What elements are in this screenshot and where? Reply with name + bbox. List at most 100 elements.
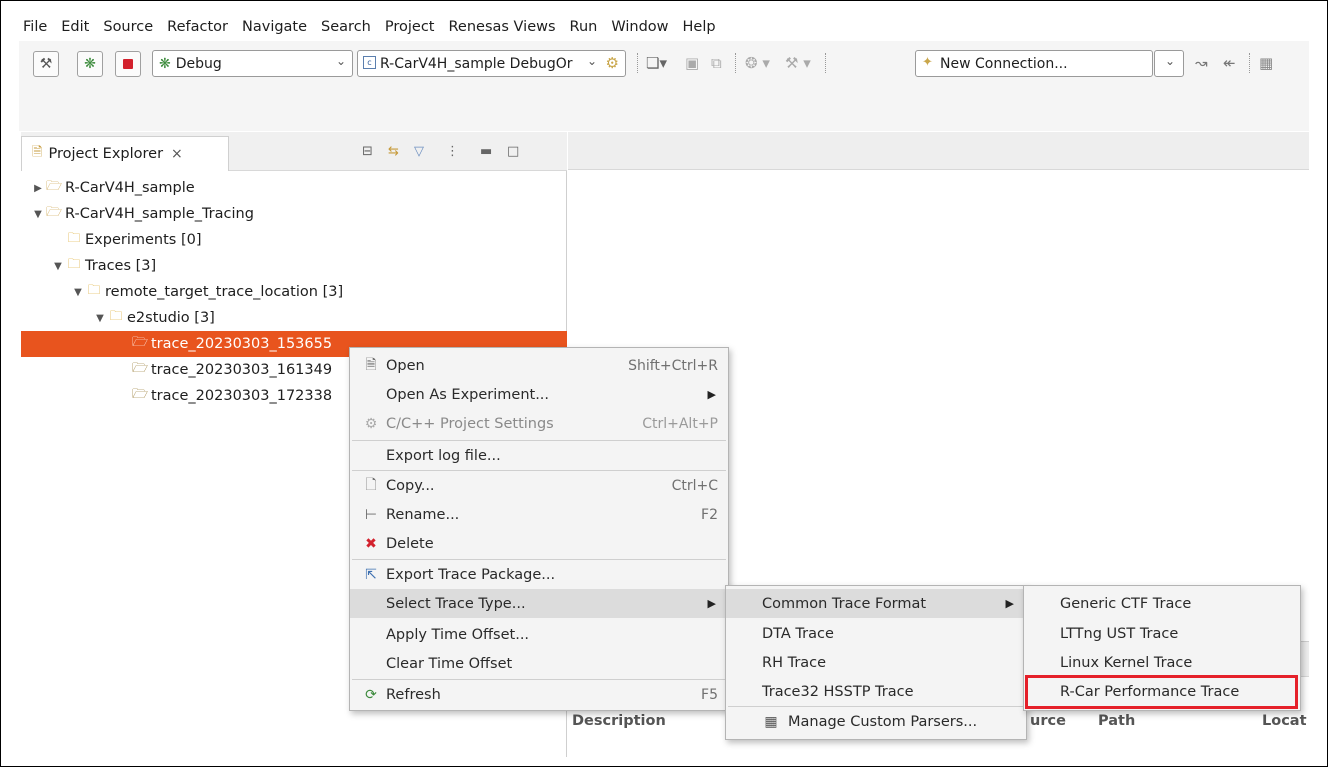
menu-item-export-trace-package[interactable]: ⇱ Export Trace Package...	[350, 560, 728, 589]
column-header-source[interactable]: urce	[1030, 713, 1066, 729]
experiments-folder-icon: 🗀	[67, 231, 81, 246]
menu-edit[interactable]: Edit	[54, 19, 96, 35]
maximize-icon[interactable]: □	[507, 144, 519, 159]
hammer-icon[interactable]: ⚒ ▾	[785, 54, 811, 72]
menu-item-lttng-ust-trace[interactable]: LTTng UST Trace	[1024, 619, 1300, 648]
menu-item-refresh[interactable]: ⟳ Refresh F5	[350, 680, 728, 709]
export-icon: ⇱	[365, 566, 377, 583]
tree-item-label: trace_20230303_172338	[151, 388, 333, 404]
tree-item[interactable]: ▼ 🗀 remote_target_trace_location [3]	[21, 279, 567, 305]
menu-refactor[interactable]: Refactor	[160, 19, 235, 35]
toolbar-separator	[735, 53, 736, 73]
menu-item-export-log[interactable]: Export log file...	[350, 441, 728, 470]
connection-dropdown-button[interactable]: ⌄	[1154, 50, 1184, 77]
launch-config-select[interactable]: c R-CarV4H_sample DebugOr ⌄ ⚙	[357, 50, 626, 77]
close-icon[interactable]: ×	[171, 146, 183, 162]
menu-item-manage-custom-parsers[interactable]: ▦ Manage Custom Parsers...	[726, 707, 1026, 736]
menu-item-generic-ctf-trace[interactable]: Generic CTF Trace	[1024, 589, 1300, 618]
save-all-icon[interactable]: ⧉	[711, 54, 722, 72]
stop-button[interactable]	[115, 51, 141, 77]
menu-run[interactable]: Run	[563, 19, 605, 35]
new-icon[interactable]: ❏▾	[646, 54, 667, 72]
menu-project[interactable]: Project	[378, 19, 442, 35]
tree-item-label: R-CarV4H_sample	[65, 180, 195, 196]
menu-item-linux-kernel-trace[interactable]: Linux Kernel Trace	[1024, 648, 1300, 677]
project-folder-icon: 🗁	[45, 179, 63, 194]
context-menu: 🗎 Open Shift+Ctrl+R Open As Experiment..…	[349, 347, 729, 711]
menu-item-open-as-experiment[interactable]: Open As Experiment... ▶	[350, 380, 728, 409]
launch-mode-value: Debug	[175, 55, 222, 72]
menu-navigate[interactable]: Navigate	[235, 19, 314, 35]
menu-item-clear-time-offset[interactable]: Clear Time Offset	[350, 649, 728, 678]
minimize-icon[interactable]: ▬	[480, 144, 492, 159]
collapse-icon[interactable]: ▼	[93, 313, 107, 324]
highlight-annotation-box	[1025, 675, 1298, 709]
submenu-arrow-icon: ▶	[707, 597, 716, 610]
collapse-all-icon[interactable]: ⊟	[362, 144, 373, 159]
menu-help[interactable]: Help	[676, 19, 723, 35]
tree-item-label: e2studio [3]	[127, 310, 215, 326]
collapse-icon[interactable]: ▼	[31, 209, 45, 220]
settings-icon: ⚙	[364, 415, 378, 432]
build-button[interactable]: ⚒	[33, 51, 59, 77]
tree-item-label: remote_target_trace_location [3]	[105, 284, 344, 300]
tree-item[interactable]: 🗀 Experiments [0]	[21, 227, 567, 253]
save-icon[interactable]: ▣	[685, 54, 699, 72]
traces-folder-icon: 🗀	[109, 309, 123, 324]
link-editor-icon[interactable]: ⇆	[388, 144, 399, 159]
debug-button[interactable]: ❋	[77, 51, 103, 77]
view-menu-icon[interactable]: ⋮	[446, 144, 459, 159]
chevron-down-icon: ⌄	[586, 54, 597, 68]
delete-icon: ✖	[365, 535, 377, 552]
tree-item-label: Traces [3]	[85, 258, 157, 274]
tab-project-explorer[interactable]: 🗎 Project Explorer ×	[21, 136, 229, 171]
menu-item-apply-time-offset[interactable]: Apply Time Offset...	[350, 620, 728, 649]
connection-value: New Connection...	[940, 55, 1068, 72]
collapse-icon[interactable]: ▼	[71, 287, 85, 298]
menu-window[interactable]: Window	[604, 19, 675, 35]
connection-icon: ✦	[922, 55, 933, 70]
tree-item[interactable]: ▼ 🗀 e2studio [3]	[21, 305, 567, 331]
bug-icon: ❋	[159, 55, 171, 72]
chevron-down-icon: ⌄	[335, 54, 346, 68]
submenu-arrow-icon: ▶	[1005, 597, 1014, 610]
tree-item[interactable]: ▶ 🗁 R-CarV4H_sample	[21, 175, 567, 201]
column-header-path[interactable]: Path	[1098, 713, 1135, 729]
traces-folder-icon: 🗀	[67, 257, 81, 272]
editor-area-header	[568, 132, 1309, 170]
launch-config-value: R-CarV4H_sample DebugOr	[380, 55, 573, 72]
column-header-location[interactable]: Locat	[1262, 713, 1307, 729]
connect-icon[interactable]: ↝	[1195, 54, 1208, 72]
folder-open-icon: 🗁	[131, 387, 149, 402]
perspective-icon[interactable]: ▦	[1259, 54, 1273, 72]
expand-icon[interactable]: ▶	[31, 183, 45, 194]
filter-icon[interactable]: ▽	[414, 144, 424, 159]
menu-item-common-trace-format[interactable]: Common Trace Format ▶	[726, 589, 1026, 618]
connection-select[interactable]: ✦ New Connection...	[915, 50, 1153, 77]
traces-folder-icon: 🗀	[87, 283, 101, 298]
tree-item[interactable]: ▼ 🗁 R-CarV4H_sample_Tracing	[21, 201, 567, 227]
disconnect-icon[interactable]: ↞	[1223, 54, 1236, 72]
menu-item-rh-trace[interactable]: RH Trace	[726, 648, 1026, 677]
collapse-icon[interactable]: ▼	[51, 261, 65, 272]
menu-item-delete[interactable]: ✖ Delete	[350, 529, 728, 558]
main-toolbar: ⚒ ❋ ❋ Debug ⌄ c R-CarV4H_sample DebugOr …	[19, 41, 1309, 83]
project-explorer-header: 🗎 Project Explorer × ⊟ ⇆ ▽ ⋮ ▬ □	[21, 132, 567, 171]
ide-window: File Edit Source Refactor Navigate Searc…	[0, 0, 1328, 767]
folder-open-icon: 🗁	[131, 361, 149, 376]
column-header-description[interactable]: Description	[572, 713, 666, 729]
menu-item-copy[interactable]: 🗋 Copy... Ctrl+C	[350, 471, 728, 500]
menu-item-dta-trace[interactable]: DTA Trace	[726, 619, 1026, 648]
menu-item-rename[interactable]: ⊢ Rename... F2	[350, 500, 728, 529]
menu-file[interactable]: File	[19, 19, 54, 35]
menu-item-open[interactable]: 🗎 Open Shift+Ctrl+R	[350, 351, 728, 380]
target-icon[interactable]: ❂ ▾	[745, 54, 770, 72]
menu-search[interactable]: Search	[314, 19, 378, 35]
tree-item[interactable]: ▼ 🗀 Traces [3]	[21, 253, 567, 279]
menu-source[interactable]: Source	[96, 19, 160, 35]
menu-renesas-views[interactable]: Renesas Views	[442, 19, 563, 35]
launch-mode-select[interactable]: ❋ Debug ⌄	[152, 50, 353, 77]
menu-item-trace32-hsstp[interactable]: Trace32 HSSTP Trace	[726, 677, 1026, 706]
menu-item-project-settings[interactable]: ⚙ C/C++ Project Settings Ctrl+Alt+P	[350, 409, 728, 438]
menu-item-select-trace-type[interactable]: Select Trace Type... ▶	[350, 589, 728, 618]
